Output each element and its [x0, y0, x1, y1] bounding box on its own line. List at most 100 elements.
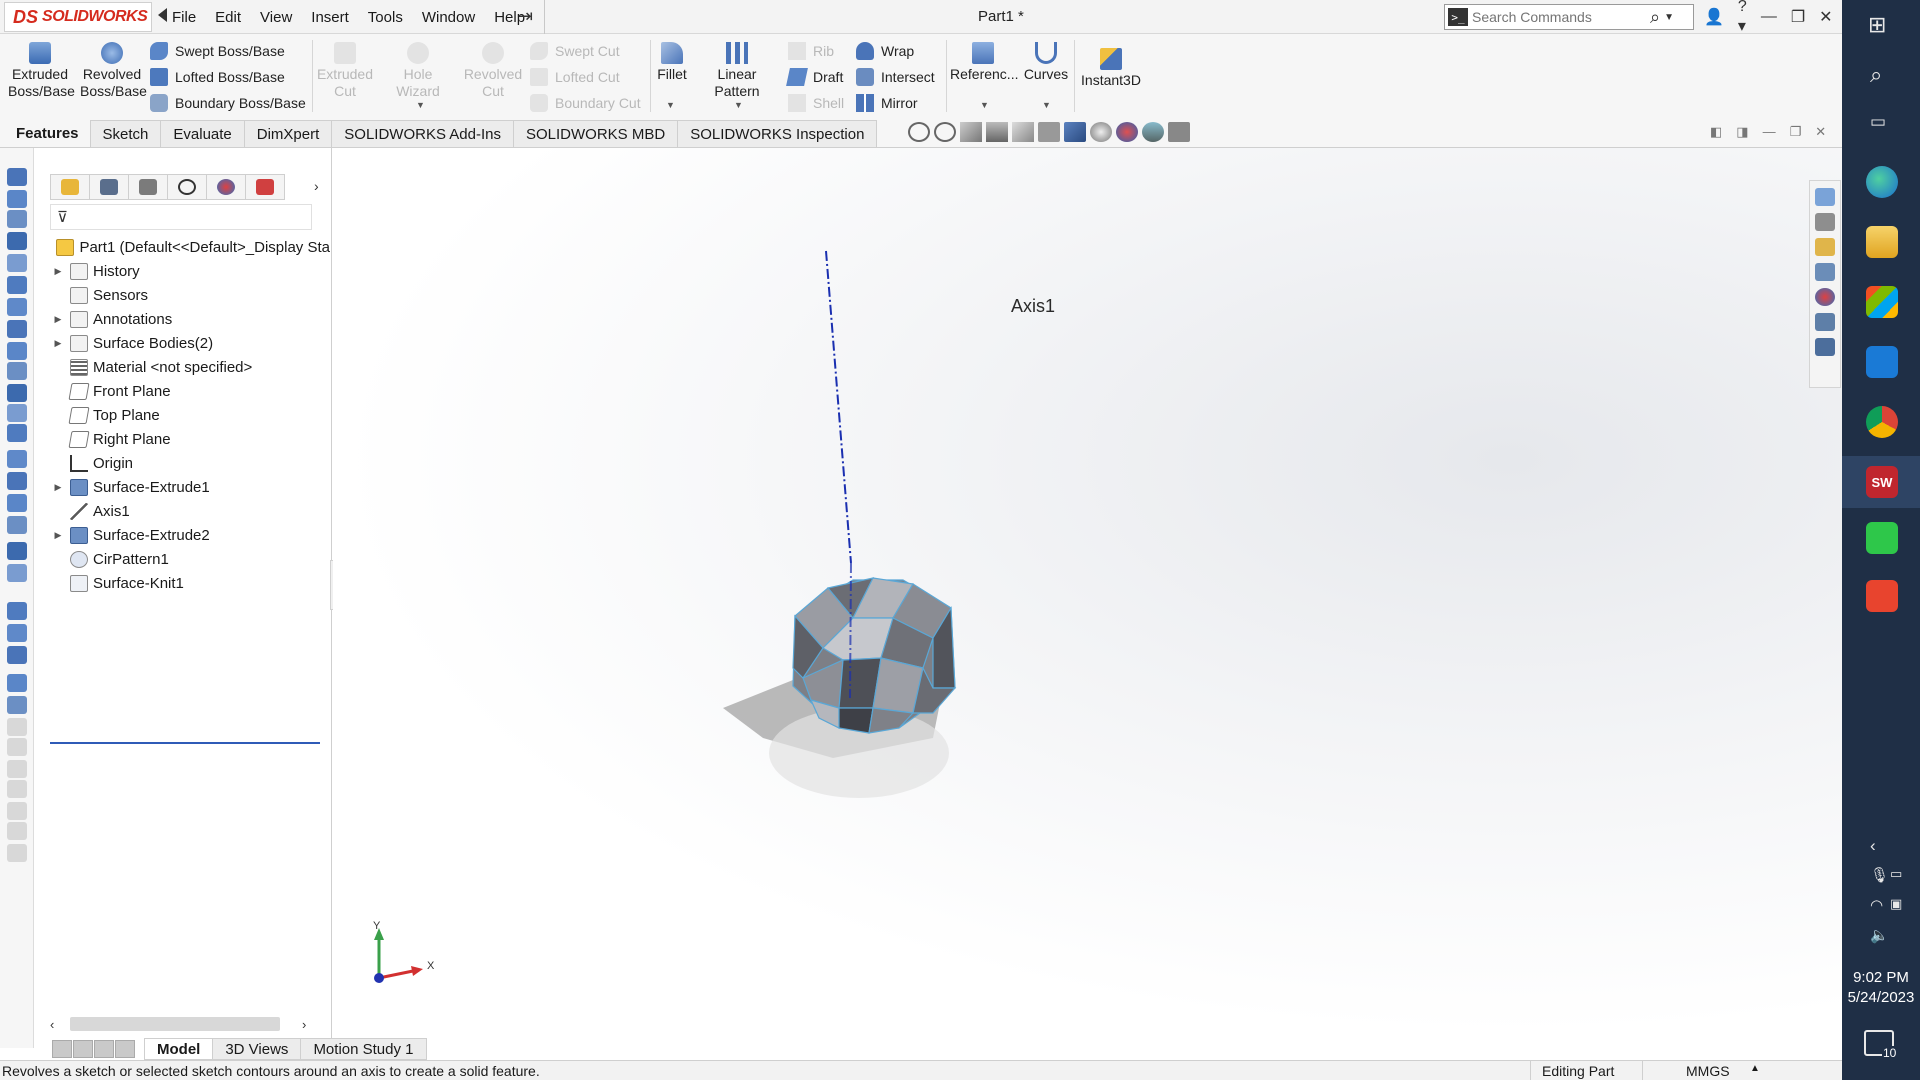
fm-tab-configuration[interactable]	[128, 174, 168, 200]
tile-right-icon[interactable]: ◨	[1736, 124, 1748, 140]
mail-icon[interactable]	[1866, 346, 1898, 378]
battery-icon[interactable]: ▭	[1890, 866, 1902, 882]
left-tool-icon[interactable]	[7, 472, 27, 490]
camera-icon[interactable]: ▣	[1890, 896, 1902, 912]
edge-browser-icon[interactable]	[1866, 166, 1898, 198]
left-tool-icon[interactable]	[7, 602, 27, 620]
left-tool-icon[interactable]	[7, 564, 27, 582]
expand-arrow-icon[interactable]: ▶	[50, 482, 66, 493]
left-tool-icon[interactable]	[7, 276, 27, 294]
apply-scene-icon[interactable]	[1142, 122, 1164, 142]
left-tool-icon[interactable]	[7, 320, 27, 338]
tab-features[interactable]: Features	[4, 120, 91, 147]
tree-item-cirpattern1[interactable]: CirPattern1	[46, 547, 330, 571]
file-explorer-icon[interactable]	[1815, 238, 1835, 256]
design-library-icon[interactable]	[1815, 213, 1835, 231]
scroll-left-icon[interactable]: ‹	[50, 1017, 54, 1032]
reference-dropdown-icon[interactable]: ▼	[980, 100, 989, 110]
left-tool-icon[interactable]	[7, 190, 27, 208]
left-tool-icon[interactable]	[7, 844, 27, 862]
prev-tab-icon[interactable]	[73, 1040, 93, 1058]
rollback-bar[interactable]	[50, 742, 320, 744]
search-commands-box[interactable]: >_ ⌕ ▼	[1444, 4, 1694, 30]
swept-cut-button[interactable]: Swept Cut	[530, 40, 620, 62]
lofted-boss-button[interactable]: Lofted Boss/Base	[150, 66, 285, 88]
draft-button[interactable]: Draft	[786, 66, 843, 88]
tree-horizontal-scrollbar[interactable]: ‹ ›	[50, 1016, 312, 1032]
tab-dimxpert[interactable]: DimXpert	[243, 120, 333, 147]
left-tool-icon[interactable]	[7, 738, 27, 756]
tab-solidworks-mbd[interactable]: SOLIDWORKS MBD	[513, 120, 679, 147]
left-tool-icon[interactable]	[7, 298, 27, 316]
extruded-boss-button[interactable]: Extruded Boss/Base	[8, 42, 75, 100]
dynamic-annotation-icon[interactable]	[1012, 122, 1034, 142]
left-tool-icon[interactable]	[7, 232, 27, 250]
pin-menu-icon[interactable]: ⇥	[518, 6, 533, 27]
show-hidden-icons-chevron-icon[interactable]: ‹	[1870, 836, 1876, 856]
rib-button[interactable]: Rib	[788, 40, 834, 62]
first-tab-icon[interactable]	[52, 1040, 72, 1058]
appearances-icon[interactable]	[1815, 288, 1835, 306]
instant3d-button[interactable]: Instant3D	[1076, 48, 1146, 89]
microphone-icon[interactable]: 🎙	[1870, 866, 1889, 884]
view-settings-icon[interactable]	[1168, 122, 1190, 142]
forum-icon[interactable]	[1815, 338, 1835, 356]
search-dropdown-icon[interactable]: ▼	[1664, 12, 1674, 23]
tile-left-icon[interactable]: ◧	[1710, 124, 1722, 140]
tab-solidworks-add-ins[interactable]: SOLIDWORKS Add-Ins	[331, 120, 514, 147]
tab-motion-study-1[interactable]: Motion Study 1	[300, 1038, 427, 1060]
unit-system[interactable]: MMGS	[1686, 1063, 1730, 1079]
left-tool-icon[interactable]	[7, 624, 27, 642]
task-view-icon[interactable]: ▭	[1870, 112, 1886, 132]
view-orientation-icon[interactable]	[1038, 122, 1060, 142]
camtasia-green-icon[interactable]	[1866, 522, 1898, 554]
tree-item-annotations[interactable]: ▶ Annotations	[46, 307, 330, 331]
zoom-to-fit-icon[interactable]	[908, 122, 930, 142]
unit-system-dropdown-icon[interactable]: ▲	[1750, 1063, 1760, 1074]
wifi-icon[interactable]: ◠	[1870, 896, 1883, 914]
tree-item-material[interactable]: Material <not specified>	[46, 355, 330, 379]
expand-arrow-icon[interactable]: ▶	[50, 338, 66, 349]
left-tool-icon[interactable]	[7, 780, 27, 798]
fm-tabs-more-icon[interactable]: ›	[314, 178, 319, 194]
tab-sketch[interactable]: Sketch	[89, 120, 162, 147]
intersect-button[interactable]: Intersect	[856, 66, 935, 88]
menu-edit[interactable]: Edit	[215, 9, 241, 26]
tree-item-top-plane[interactable]: Top Plane	[46, 403, 330, 427]
left-tool-icon[interactable]	[7, 822, 27, 840]
linear-pattern-button[interactable]: Linear Pattern	[694, 42, 780, 100]
file-explorer-taskbar-icon[interactable]	[1866, 226, 1898, 258]
doc-restore-icon[interactable]: ❐	[1790, 124, 1802, 140]
chrome-icon[interactable]	[1866, 406, 1898, 438]
curves-button[interactable]: Curves	[1022, 42, 1070, 83]
mirror-button[interactable]: Mirror	[856, 92, 918, 114]
axis1-line[interactable]	[825, 250, 852, 564]
system-clock[interactable]: 9:02 PM 5/24/2023	[1842, 968, 1920, 1008]
swept-boss-button[interactable]: Swept Boss/Base	[150, 40, 285, 62]
tree-item-history[interactable]: ▶ History	[46, 259, 330, 283]
tab-solidworks-inspection[interactable]: SOLIDWORKS Inspection	[677, 120, 878, 147]
zoom-to-area-icon[interactable]	[934, 122, 956, 142]
tree-item-surface-bodies[interactable]: ▶ Surface Bodies(2)	[46, 331, 330, 355]
left-tool-icon[interactable]	[7, 646, 27, 664]
left-tool-icon[interactable]	[7, 542, 27, 560]
search-input[interactable]	[1472, 9, 1648, 25]
left-tool-icon[interactable]	[7, 516, 27, 534]
fm-tab-cam[interactable]	[245, 174, 285, 200]
menu-insert[interactable]: Insert	[311, 9, 349, 26]
windows-start-icon[interactable]: ⊞	[1868, 12, 1886, 38]
tree-filter[interactable]: ⊽	[50, 204, 312, 230]
hole-wizard-dropdown-icon[interactable]: ▼	[416, 100, 425, 110]
left-tool-icon[interactable]	[7, 802, 27, 820]
solidworks-logo[interactable]: DS SOLIDWORKS	[4, 2, 152, 32]
section-view-icon[interactable]	[986, 122, 1008, 142]
revolved-boss-button[interactable]: Revolved Boss/Base	[80, 42, 147, 100]
solidworks-resources-icon[interactable]	[1815, 188, 1835, 206]
lofted-cut-button[interactable]: Lofted Cut	[530, 66, 620, 88]
extruded-cut-button[interactable]: Extruded Cut	[314, 42, 376, 100]
next-tab-icon[interactable]	[94, 1040, 114, 1058]
user-icon[interactable]: 👤	[1704, 7, 1724, 27]
help-icon[interactable]: ?▾	[1738, 0, 1747, 36]
left-tool-icon[interactable]	[7, 254, 27, 272]
tree-item-right-plane[interactable]: Right Plane	[46, 427, 330, 451]
